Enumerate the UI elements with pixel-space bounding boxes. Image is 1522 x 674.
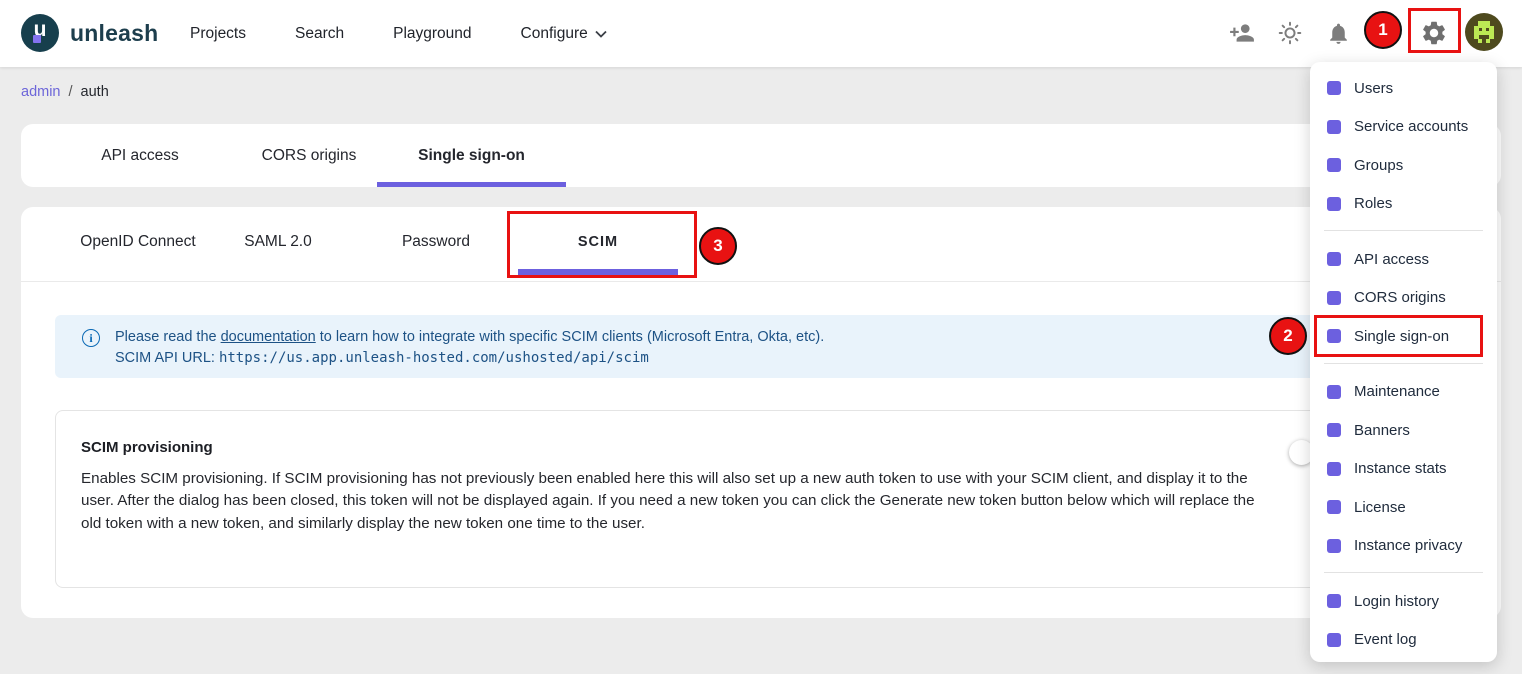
add-user-button[interactable]	[1222, 13, 1262, 53]
service-accounts-icon	[1327, 120, 1341, 134]
banners-icon	[1327, 423, 1341, 437]
alert-line1: Please read the documentation to learn h…	[115, 329, 824, 345]
tab-api-access[interactable]: API access	[61, 124, 219, 187]
active-tab-indicator	[377, 182, 566, 187]
tab-cors-origins[interactable]: CORS origins	[219, 124, 399, 187]
chevron-down-icon	[595, 30, 607, 38]
groups-icon	[1327, 158, 1341, 172]
nav-projects[interactable]: Projects	[190, 25, 246, 43]
theme-toggle-button[interactable]	[1270, 13, 1310, 53]
license-icon	[1327, 500, 1341, 514]
menu-item-cors-origins[interactable]: CORS origins	[1310, 279, 1497, 318]
menu-item-service-accounts[interactable]: Service accounts	[1310, 108, 1497, 147]
annotation-step-3: 3	[699, 227, 737, 265]
menu-item-roles[interactable]: Roles	[1310, 185, 1497, 224]
instance-stats-icon	[1327, 462, 1341, 476]
api-access-icon	[1327, 252, 1341, 266]
documentation-link[interactable]: documentation	[221, 329, 316, 345]
menu-item-instance-privacy[interactable]: Instance privacy	[1310, 527, 1497, 566]
unleash-logo-icon: u	[21, 14, 59, 52]
menu-item-banners[interactable]: Banners	[1310, 411, 1497, 450]
settings-dropdown-menu: Users Service accounts Groups Roles API …	[1310, 62, 1497, 662]
annotation-box-single-sign-on-menu	[1314, 315, 1483, 357]
sso-subtab-row: OpenID Connect SAML 2.0 Password SCIM	[21, 207, 1501, 282]
subtab-openid-connect[interactable]: OpenID Connect	[53, 207, 223, 277]
scim-info-alert: i Please read the documentation to learn…	[55, 315, 1467, 378]
breadcrumb-separator: /	[69, 84, 73, 100]
menu-item-instance-stats[interactable]: Instance stats	[1310, 450, 1497, 489]
avatar-identicon	[1465, 13, 1503, 51]
roles-icon	[1327, 197, 1341, 211]
unleash-logo[interactable]: u unleash	[21, 14, 158, 52]
annotation-box-scim-subtab	[507, 211, 697, 278]
info-icon: i	[82, 329, 100, 347]
brand-name: unleash	[70, 20, 158, 47]
menu-item-users[interactable]: Users	[1310, 69, 1497, 108]
notifications-button[interactable]	[1318, 13, 1358, 53]
breadcrumb-current: auth	[81, 84, 109, 100]
alert-line2: SCIM API URL: https://us.app.unleash-hos…	[115, 350, 649, 366]
menu-item-event-log[interactable]: Event log	[1310, 621, 1497, 660]
subtab-saml[interactable]: SAML 2.0	[223, 207, 333, 277]
annotation-step-2: 2	[1269, 317, 1307, 355]
nav-playground[interactable]: Playground	[393, 25, 471, 43]
annotation-box-settings-gear	[1408, 8, 1461, 53]
bell-icon	[1326, 21, 1351, 46]
user-avatar[interactable]	[1464, 12, 1504, 52]
scim-card-description: Enables SCIM provisioning. If SCIM provi…	[81, 468, 1277, 535]
menu-divider	[1324, 230, 1483, 231]
login-history-icon	[1327, 594, 1341, 608]
subtab-password[interactable]: Password	[366, 207, 506, 277]
menu-item-license[interactable]: License	[1310, 488, 1497, 527]
scim-api-url-label: SCIM API URL:	[115, 350, 219, 366]
top-navbar: u unleash Projects Search Playground Con…	[0, 0, 1522, 67]
maintenance-icon	[1327, 385, 1341, 399]
users-icon	[1327, 81, 1341, 95]
add-user-icon	[1229, 20, 1255, 46]
scim-api-url: https://us.app.unleash-hosted.com/ushost…	[219, 350, 649, 366]
breadcrumb-admin-link[interactable]: admin	[21, 84, 61, 100]
instance-privacy-icon	[1327, 539, 1341, 553]
tab-single-sign-on[interactable]: Single sign-on	[377, 124, 566, 187]
brightness-icon	[1277, 20, 1303, 46]
menu-divider	[1324, 363, 1483, 364]
scim-card-title: SCIM provisioning	[81, 439, 213, 456]
annotation-step-1: 1	[1364, 11, 1402, 49]
menu-item-login-history[interactable]: Login history	[1310, 582, 1497, 621]
menu-item-maintenance[interactable]: Maintenance	[1310, 373, 1497, 412]
nav-search[interactable]: Search	[295, 25, 344, 43]
auth-tabs-card: API access CORS origins Single sign-on	[21, 124, 1501, 187]
breadcrumb: admin / auth	[21, 84, 109, 100]
cors-origins-icon	[1327, 291, 1341, 305]
menu-divider	[1324, 572, 1483, 573]
menu-item-groups[interactable]: Groups	[1310, 146, 1497, 185]
scim-provisioning-card: SCIM provisioning Enables SCIM provision…	[55, 410, 1467, 588]
nav-configure[interactable]: Configure	[521, 25, 607, 43]
menu-item-api-access[interactable]: API access	[1310, 240, 1497, 279]
primary-nav: Projects Search Playground Configure	[190, 0, 607, 67]
event-log-icon	[1327, 633, 1341, 647]
